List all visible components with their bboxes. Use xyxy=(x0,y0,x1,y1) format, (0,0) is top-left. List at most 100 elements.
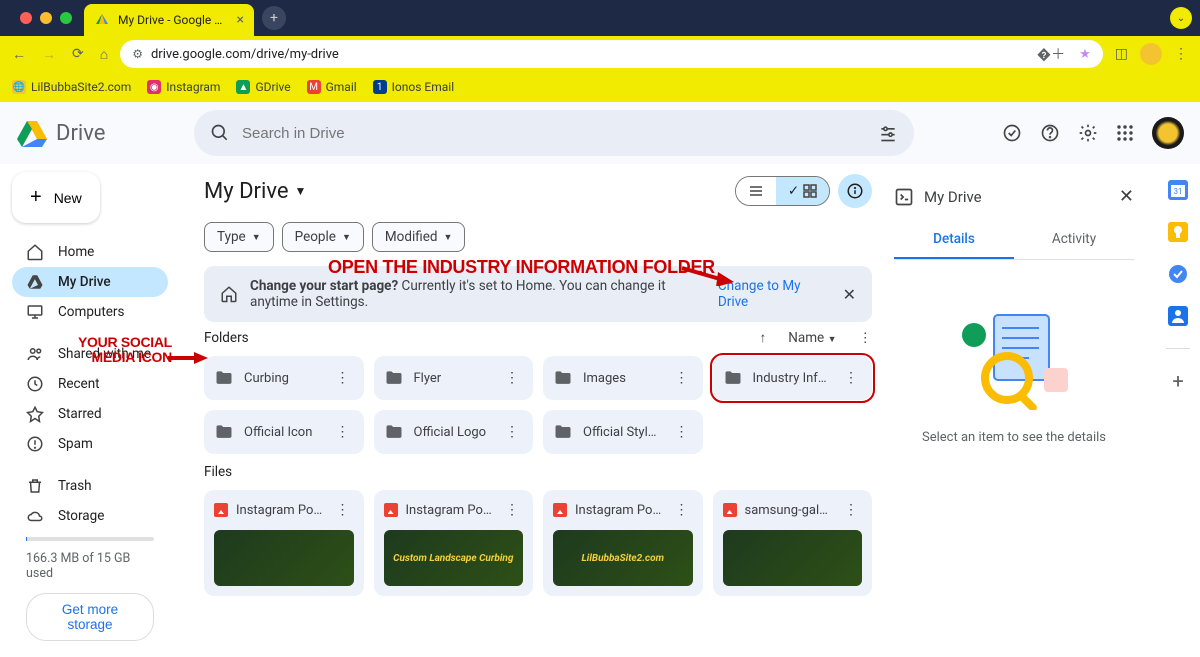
tasks-app-icon[interactable] xyxy=(1168,264,1188,284)
info-button[interactable] xyxy=(838,174,872,208)
tab-close-icon[interactable]: × xyxy=(237,12,244,28)
file-card[interactable]: Instagram Post …⋮LilBubbaSite2.com xyxy=(543,490,703,596)
more-options-icon[interactable]: ⋮ xyxy=(859,330,873,346)
more-options-icon[interactable]: ⋮ xyxy=(332,368,354,388)
get-addons-icon[interactable]: + xyxy=(1168,371,1188,391)
folder-card[interactable]: Images⋮ xyxy=(543,356,703,400)
site-info-icon[interactable]: ⚙ xyxy=(132,47,143,61)
more-options-icon[interactable]: ⋮ xyxy=(840,368,862,388)
folder-card[interactable]: Curbing⋮ xyxy=(204,356,364,400)
more-options-icon[interactable]: ⋮ xyxy=(501,500,523,520)
sidebar-item-my-drive[interactable]: My Drive xyxy=(12,267,168,297)
file-thumbnail xyxy=(723,530,863,586)
bookmark-star-icon[interactable]: ★ xyxy=(1079,47,1091,62)
file-card[interactable]: samsung-galax…⋮ xyxy=(713,490,873,596)
details-empty-message: Select an item to see the details xyxy=(894,430,1134,445)
search-bar[interactable] xyxy=(194,110,914,156)
folder-icon xyxy=(384,422,404,442)
search-input[interactable] xyxy=(242,125,866,142)
browser-tab[interactable]: My Drive - Google Drive × xyxy=(84,4,254,36)
back-button[interactable]: ← xyxy=(12,46,26,63)
search-options-icon[interactable] xyxy=(878,123,898,143)
drive-logo-icon xyxy=(16,117,48,149)
more-options-icon[interactable]: ⋮ xyxy=(501,368,523,388)
sidebar-item-home[interactable]: Home xyxy=(12,237,168,267)
new-button[interactable]: + New xyxy=(12,172,100,223)
bookmark-item[interactable]: 1Ionos Email xyxy=(373,80,454,94)
side-panel-icon[interactable]: ◫ xyxy=(1115,46,1128,62)
file-thumbnail: Custom Landscape Curbing xyxy=(384,530,524,586)
chrome-tabs-menu[interactable]: ⌄ xyxy=(1170,7,1192,29)
bookmark-item[interactable]: ▲GDrive xyxy=(236,80,290,94)
sidebar-item-spam[interactable]: Spam xyxy=(12,429,168,459)
folder-card[interactable]: Industry Inform…⋮ xyxy=(713,356,873,400)
help-icon[interactable] xyxy=(1040,123,1060,143)
tab-details[interactable]: Details xyxy=(894,221,1014,259)
chrome-menu-icon[interactable]: ⋮ xyxy=(1174,46,1188,62)
people-icon xyxy=(26,345,44,363)
list-view-button[interactable] xyxy=(736,177,776,205)
file-name: Instagram Post … xyxy=(406,503,494,518)
more-options-icon[interactable]: ⋮ xyxy=(332,422,354,442)
more-options-icon[interactable]: ⋮ xyxy=(501,422,523,442)
bookmark-item[interactable]: ◉Instagram xyxy=(147,80,220,94)
calendar-app-icon[interactable]: 31 xyxy=(1168,180,1188,200)
more-options-icon[interactable]: ⋮ xyxy=(671,422,693,442)
contacts-app-icon[interactable] xyxy=(1168,306,1188,326)
account-avatar[interactable] xyxy=(1152,117,1184,149)
folder-card[interactable]: Flyer⋮ xyxy=(374,356,534,400)
tab-activity[interactable]: Activity xyxy=(1014,221,1134,259)
folder-name: Official Icon xyxy=(244,425,322,440)
details-close-icon[interactable]: ✕ xyxy=(1119,186,1134,207)
url-bar[interactable]: ⚙ drive.google.com/drive/my-drive �＋ ★ xyxy=(120,40,1103,68)
banner-link[interactable]: Change to My Drive xyxy=(718,278,817,310)
home-button[interactable]: ⌂ xyxy=(100,46,108,63)
new-button-label: New xyxy=(54,190,82,206)
more-options-icon[interactable]: ⋮ xyxy=(671,368,693,388)
more-options-icon[interactable]: ⋮ xyxy=(332,500,354,520)
window-close[interactable] xyxy=(20,12,32,24)
sort-field-button[interactable]: Name ▼ xyxy=(788,330,836,346)
sidebar-item-trash[interactable]: Trash xyxy=(12,471,168,501)
bookmark-item[interactable]: MGmail xyxy=(307,80,357,94)
folder-card[interactable]: Official Logo⋮ xyxy=(374,410,534,454)
banner-close-icon[interactable]: ✕ xyxy=(843,285,856,304)
install-app-icon[interactable]: �＋ xyxy=(1037,44,1065,64)
sidebar-item-storage[interactable]: Storage xyxy=(12,501,168,531)
sidebar-item-label: Recent xyxy=(58,376,100,392)
sidebar-item-label: Trash xyxy=(58,478,92,494)
reload-button[interactable]: ⟳ xyxy=(72,46,84,63)
image-file-icon xyxy=(384,503,398,517)
window-minimize[interactable] xyxy=(40,12,52,24)
filter-chip-people[interactable]: People▼ xyxy=(282,222,364,252)
keep-app-icon[interactable] xyxy=(1168,222,1188,242)
more-options-icon[interactable]: ⋮ xyxy=(671,500,693,520)
folder-icon xyxy=(384,368,404,388)
new-tab-button[interactable]: + xyxy=(262,6,286,30)
filter-chip-type[interactable]: Type▼ xyxy=(204,222,274,252)
ready-offline-icon[interactable] xyxy=(1002,123,1022,143)
sidebar-item-shared-with-me[interactable]: Shared with me xyxy=(12,339,168,369)
bookmark-item[interactable]: 🌐LilBubbaSite2.com xyxy=(12,80,131,94)
settings-icon[interactable] xyxy=(1078,123,1098,143)
file-card[interactable]: Instagram Post … ⋮ Custom Landscape Curbin… xyxy=(374,490,534,596)
folder-card[interactable]: Official Icon ⋮ xyxy=(204,410,364,454)
folder-card[interactable]: Official Style Gu…⋮ xyxy=(543,410,703,454)
more-options-icon[interactable]: ⋮ xyxy=(840,500,862,520)
sort-direction-icon[interactable]: ↑ xyxy=(759,330,766,346)
drive-favicon-icon xyxy=(94,12,110,28)
profile-icon[interactable] xyxy=(1140,43,1162,65)
sidebar-item-starred[interactable]: Starred xyxy=(12,399,168,429)
sidebar-item-computers[interactable]: Computers xyxy=(12,297,168,327)
forward-button[interactable]: → xyxy=(42,46,56,63)
file-card[interactable]: Instagram Post …⋮ xyxy=(204,490,364,596)
window-maximize[interactable] xyxy=(60,12,72,24)
breadcrumb[interactable]: My Drive ▼ xyxy=(204,179,306,204)
sidebar-item-recent[interactable]: Recent xyxy=(12,369,168,399)
apps-grid-icon[interactable] xyxy=(1116,124,1134,142)
get-storage-button[interactable]: Get more storage xyxy=(26,593,154,641)
clock-icon xyxy=(26,375,44,393)
filter-chip-modified[interactable]: Modified▼ xyxy=(372,222,466,252)
grid-view-button[interactable]: ✓ xyxy=(776,177,829,205)
bookmark-icon: M xyxy=(307,80,321,94)
